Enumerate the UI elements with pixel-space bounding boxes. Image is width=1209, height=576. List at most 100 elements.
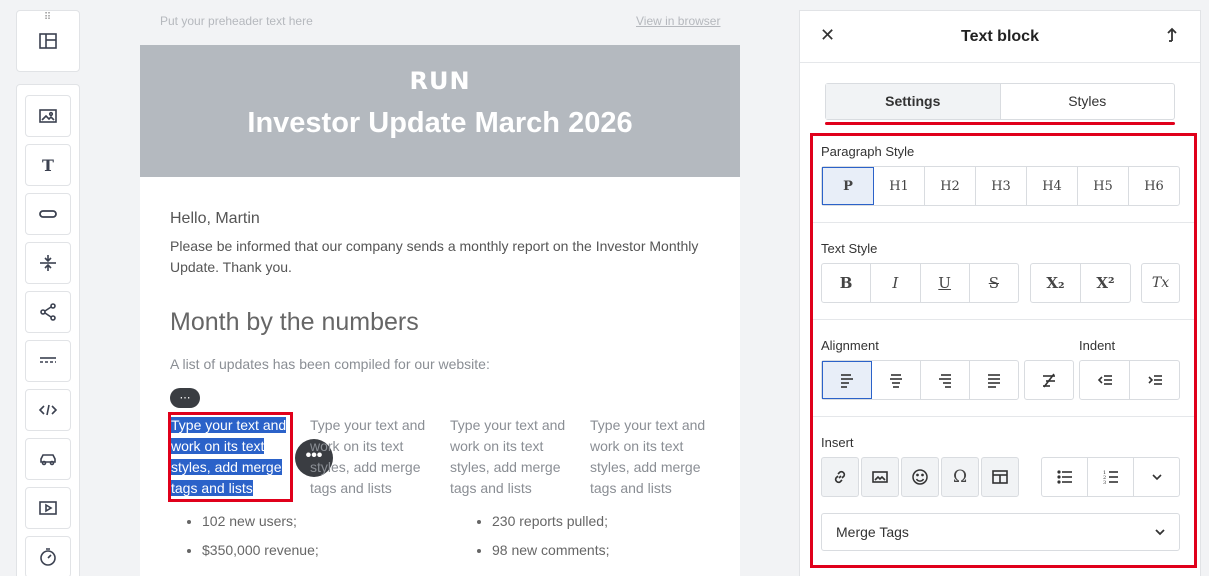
- emoji-icon: [912, 469, 928, 485]
- divider: [813, 319, 1194, 320]
- italic-button[interactable]: I: [871, 264, 921, 302]
- view-in-browser-link[interactable]: View in browser: [636, 14, 720, 28]
- tab-highlight: [825, 122, 1175, 125]
- email-canvas: RUN Investor Update March 2026 Hello, Ma…: [140, 45, 740, 576]
- layout-icon: [39, 33, 57, 49]
- video-icon: [39, 501, 57, 515]
- selected-text[interactable]: Type your text and work on its text styl…: [171, 417, 287, 496]
- insert-symbol-button[interactable]: Ω: [942, 458, 978, 496]
- indent-label: Indent: [1079, 338, 1116, 353]
- brand-logo: RUN: [409, 67, 471, 95]
- text-direction-icon: [1043, 373, 1055, 388]
- text-direction-button[interactable]: [1025, 361, 1073, 399]
- list-item: 98 new comments;: [492, 539, 610, 568]
- indent-icon: [1147, 375, 1162, 385]
- layout-tool-panel[interactable]: ⠿: [16, 10, 80, 72]
- insert-link-group: [821, 457, 859, 497]
- superscript-button[interactable]: X²: [1081, 264, 1130, 302]
- text-column-2[interactable]: Type your text and work on its text styl…: [310, 415, 430, 499]
- tab-settings[interactable]: Settings: [826, 84, 1001, 119]
- timer-block-button[interactable]: [25, 536, 71, 576]
- numbered-list-button[interactable]: 123: [1088, 458, 1134, 496]
- block-drag-handle[interactable]: ⋯: [170, 388, 200, 408]
- spacer-icon: [40, 255, 56, 271]
- merge-tags-label: Merge Tags: [836, 524, 909, 540]
- alignment-label: Alignment: [821, 338, 879, 353]
- outdent-button[interactable]: [1080, 361, 1130, 399]
- image-block-button[interactable]: [25, 95, 71, 137]
- section-subtitle[interactable]: A list of updates has been compiled for …: [170, 356, 490, 372]
- paragraph-h1-button[interactable]: H1: [874, 167, 925, 205]
- select-parent-icon[interactable]: [1162, 25, 1182, 45]
- clear-format-button[interactable]: Tx: [1142, 264, 1179, 302]
- align-left-button[interactable]: [822, 361, 872, 399]
- clear-format-group: Tx: [1141, 263, 1180, 303]
- section-title[interactable]: Month by the numbers: [170, 308, 419, 337]
- bold-button[interactable]: B: [822, 264, 872, 302]
- video-block-button[interactable]: [25, 487, 71, 529]
- code-icon: [38, 404, 58, 416]
- social-block-button[interactable]: [25, 291, 71, 333]
- text-block-button[interactable]: T: [25, 144, 71, 186]
- indent-button[interactable]: [1130, 361, 1179, 399]
- align-right-button[interactable]: [921, 361, 970, 399]
- share-icon: [40, 303, 56, 321]
- car-icon: [40, 454, 56, 466]
- insert-image-button[interactable]: [862, 458, 898, 496]
- paragraph-h4-button[interactable]: H4: [1027, 167, 1078, 205]
- text-column-4[interactable]: Type your text and work on its text styl…: [590, 415, 710, 499]
- svg-text:T: T: [42, 156, 54, 175]
- bullet-list-left[interactable]: 102 new users; $350,000 revenue;: [170, 510, 319, 568]
- image-icon: [39, 109, 57, 123]
- strikethrough-button[interactable]: S: [970, 264, 1018, 302]
- selected-text-column[interactable]: Type your text and work on its text styl…: [168, 412, 293, 502]
- chevron-down-icon: [1151, 474, 1162, 481]
- text-column-3[interactable]: Type your text and work on its text styl…: [450, 415, 570, 499]
- preheader-text[interactable]: Put your preheader text here: [160, 14, 313, 28]
- html-block-button[interactable]: [25, 389, 71, 431]
- text-style-group: B I U S: [821, 263, 1019, 303]
- indent-group: [1079, 360, 1180, 400]
- outdent-icon: [1097, 375, 1112, 385]
- align-center-icon: [890, 374, 902, 388]
- tab-styles[interactable]: Styles: [1001, 84, 1175, 119]
- alignment-group: [821, 360, 1019, 400]
- bullet-list-right[interactable]: 230 reports pulled; 98 new comments;: [460, 510, 610, 568]
- insert-link-button[interactable]: [822, 458, 858, 496]
- divider: [813, 222, 1194, 223]
- subscript-button[interactable]: X₂: [1031, 264, 1081, 302]
- rtl-group: [1024, 360, 1074, 400]
- paragraph-h3-button[interactable]: H3: [976, 167, 1027, 205]
- email-header[interactable]: RUN Investor Update March 2026: [140, 45, 740, 177]
- link-icon: [834, 470, 846, 484]
- product-block-button[interactable]: [25, 438, 71, 480]
- numbered-list-icon: 123: [1103, 470, 1118, 486]
- underline-button[interactable]: U: [921, 264, 970, 302]
- text-style-label: Text Style: [821, 241, 878, 256]
- insert-table-button[interactable]: [982, 458, 1018, 496]
- script-style-group: X₂ X²: [1030, 263, 1131, 303]
- spacer-block-button[interactable]: [25, 242, 71, 284]
- merge-tags-dropdown[interactable]: Merge Tags: [821, 513, 1180, 551]
- paragraph-p-button[interactable]: P: [822, 167, 874, 205]
- align-justify-button[interactable]: [970, 361, 1018, 399]
- insert-emoji-button[interactable]: [902, 458, 938, 496]
- text-icon: T: [42, 156, 54, 175]
- button-block-button[interactable]: [25, 193, 71, 235]
- drag-handle-icon[interactable]: ⠿: [44, 13, 52, 23]
- align-left-icon: [841, 374, 853, 388]
- greeting-text[interactable]: Hello, Martin: [170, 210, 260, 228]
- align-justify-icon: [988, 374, 1000, 388]
- chevron-down-icon: [1155, 529, 1165, 536]
- text-block-panel: ✕ Text block Settings Styles Paragraph S…: [799, 10, 1201, 576]
- divider-block-button[interactable]: [25, 340, 71, 382]
- align-center-button[interactable]: [872, 361, 921, 399]
- paragraph-h6-button[interactable]: H6: [1129, 167, 1179, 205]
- paragraph-h5-button[interactable]: H5: [1078, 167, 1129, 205]
- intro-text[interactable]: Please be informed that our company send…: [170, 236, 710, 278]
- divider: [813, 416, 1194, 417]
- insert-label: Insert: [821, 435, 854, 450]
- list-options-button[interactable]: [1134, 458, 1179, 496]
- paragraph-h2-button[interactable]: H2: [925, 167, 976, 205]
- bullet-list-button[interactable]: [1042, 458, 1088, 496]
